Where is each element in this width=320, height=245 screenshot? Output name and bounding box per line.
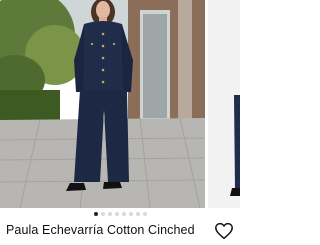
product-image-carousel[interactable] (0, 0, 240, 208)
product-image-next-preview[interactable] (208, 0, 240, 208)
pagination-dot[interactable] (121, 212, 126, 216)
heart-outline-icon[interactable] (214, 222, 234, 240)
pagination-dot-active[interactable] (93, 212, 98, 216)
carousel-pagination (0, 211, 240, 217)
pagination-dot[interactable] (142, 212, 147, 216)
product-image-main[interactable] (0, 0, 205, 208)
pagination-dot[interactable] (107, 212, 112, 216)
pagination-dot[interactable] (114, 212, 119, 216)
product-title[interactable]: Paula Echevarría Cotton Cinched (6, 222, 206, 238)
pagination-dot[interactable] (128, 212, 133, 216)
pagination-dot[interactable] (100, 212, 105, 216)
pagination-dot[interactable] (135, 212, 140, 216)
